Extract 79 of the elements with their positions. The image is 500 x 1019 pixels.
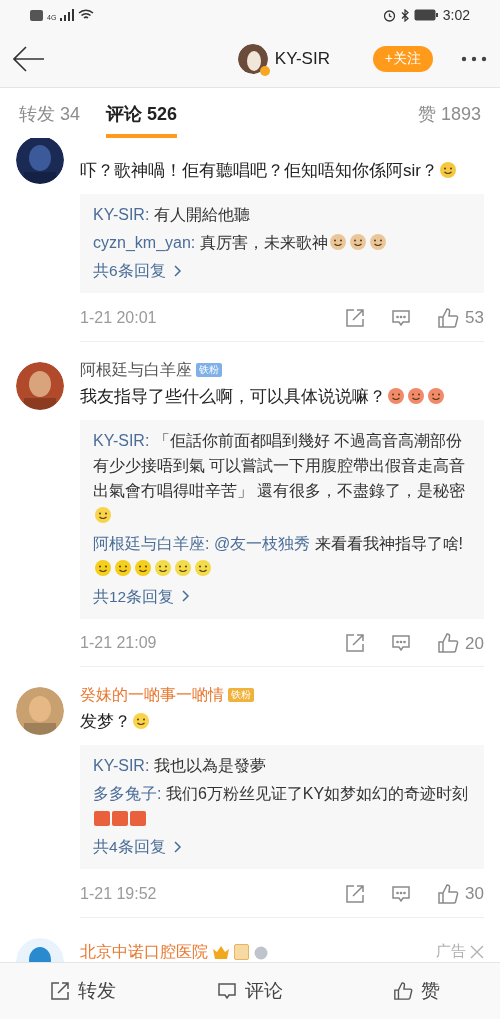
reply-text: KY-SIR: 「佢話你前面都唱到幾好 不過高音高潮部份有少少接唔到氣 可以嘗試一下用腹腔帶出假音走高音出氣會冇唱得咁辛苦」 還有很多，不盡錄了，是秘密 bbox=[93, 427, 471, 528]
like-icon[interactable] bbox=[437, 306, 460, 329]
sticker-icon bbox=[112, 811, 128, 826]
emoji-icon bbox=[114, 558, 132, 577]
fan-badge: 铁粉 bbox=[228, 688, 254, 702]
more-replies-link[interactable]: 共6条回复 bbox=[93, 258, 182, 283]
chevron-right-icon bbox=[173, 264, 182, 277]
tab[interactable]: 评论 526 bbox=[106, 88, 178, 138]
fan-badge: 铁粉 bbox=[196, 362, 222, 377]
reply-text: KY-SIR: 有人開給他聽 bbox=[93, 205, 251, 225]
emoji-icon bbox=[94, 505, 112, 524]
emoji-icon bbox=[427, 386, 445, 405]
comment-icon[interactable] bbox=[391, 307, 412, 328]
ad-label: 广告 bbox=[436, 941, 466, 962]
tab[interactable]: 转发 34 bbox=[19, 88, 81, 138]
signal-icon bbox=[60, 9, 75, 21]
emoji-icon bbox=[132, 712, 150, 730]
sticker-icon bbox=[130, 811, 146, 826]
comment-icon bbox=[217, 981, 237, 1001]
comment-text: 我友指导了些什么啊，可以具体说说嘛？ bbox=[80, 383, 484, 410]
more-replies-link[interactable]: 共12条回复 bbox=[93, 583, 191, 609]
emoji-icon bbox=[328, 233, 347, 251]
back-icon[interactable] bbox=[13, 44, 45, 73]
badge-icon bbox=[234, 943, 249, 960]
emoji-icon bbox=[368, 233, 387, 251]
share-icon bbox=[50, 981, 71, 1001]
bottom-action[interactable]: 转发 bbox=[0, 976, 167, 1006]
emoji-icon bbox=[174, 558, 192, 577]
advertiser-name[interactable]: 北京中诺口腔医院 bbox=[80, 939, 208, 962]
avatar[interactable] bbox=[16, 138, 64, 184]
verified-icon bbox=[259, 65, 270, 76]
profile-name: KY-SIR bbox=[274, 47, 330, 70]
emoji-icon bbox=[154, 558, 172, 577]
share-icon[interactable] bbox=[345, 633, 366, 654]
bottom-action[interactable]: 赞 bbox=[333, 976, 500, 1006]
share-icon[interactable] bbox=[345, 883, 366, 904]
emoji-icon bbox=[134, 558, 152, 577]
wifi-icon bbox=[78, 9, 95, 21]
bottom-action[interactable]: 评论 bbox=[166, 976, 334, 1006]
emoji-icon bbox=[387, 386, 405, 405]
commenter-name[interactable]: 阿根廷与白羊座 bbox=[80, 357, 192, 382]
like-icon bbox=[393, 981, 414, 1001]
share-icon[interactable] bbox=[345, 307, 366, 328]
comment-text: 吓？歌神喎！佢有聽唱吧？佢知唔知你係阿sir？ bbox=[80, 158, 484, 184]
profile-avatar[interactable] bbox=[237, 43, 268, 74]
reply-text: 阿根廷与白羊座: @友一枝独秀 来看看我神指导了啥! bbox=[93, 530, 471, 581]
battery-icon bbox=[413, 9, 438, 21]
comment-icon[interactable] bbox=[391, 883, 412, 904]
hd-icon bbox=[30, 9, 43, 21]
chevron-right-icon bbox=[173, 840, 182, 853]
emoji-icon bbox=[94, 558, 112, 577]
reply-text: KY-SIR: 我也以為是發夢 bbox=[93, 756, 267, 776]
sticker-icon bbox=[94, 811, 110, 826]
comment-time: 1-21 19:52 bbox=[80, 883, 157, 904]
tab[interactable]: 赞 1893 bbox=[417, 88, 481, 138]
comment-time: 1-21 20:01 bbox=[80, 307, 157, 328]
emoji-icon bbox=[348, 233, 367, 251]
bluetooth-icon bbox=[400, 8, 409, 22]
emoji-icon bbox=[438, 161, 457, 179]
close-icon[interactable] bbox=[470, 944, 484, 959]
comment-icon[interactable] bbox=[391, 633, 412, 654]
like-icon[interactable] bbox=[437, 882, 460, 905]
commenter-name[interactable]: 癸妹的一啲事一啲情 bbox=[80, 683, 224, 707]
like-icon[interactable] bbox=[437, 632, 460, 655]
chevron-right-icon bbox=[182, 590, 191, 602]
like-count: 53 bbox=[465, 307, 484, 329]
avatar[interactable] bbox=[16, 361, 64, 410]
comment-text: 发梦？ bbox=[80, 709, 484, 735]
like-count: 30 bbox=[465, 883, 484, 905]
comment-time: 1-21 21:09 bbox=[80, 633, 157, 654]
like-count: 20 bbox=[465, 632, 484, 655]
emoji-icon bbox=[194, 558, 212, 577]
more-replies-link[interactable]: 共4条回复 bbox=[93, 834, 182, 859]
emoji-icon bbox=[407, 386, 425, 405]
more-icon[interactable] bbox=[461, 55, 487, 62]
reply-text: 多多兔子: 我们6万粉丝见证了KY如梦如幻的奇迹时刻 bbox=[93, 781, 471, 831]
alarm-icon bbox=[382, 8, 396, 22]
reply-text: cyzn_km_yan: 真厉害，未来歌神 bbox=[93, 230, 471, 255]
clock: 3:02 bbox=[442, 5, 470, 25]
